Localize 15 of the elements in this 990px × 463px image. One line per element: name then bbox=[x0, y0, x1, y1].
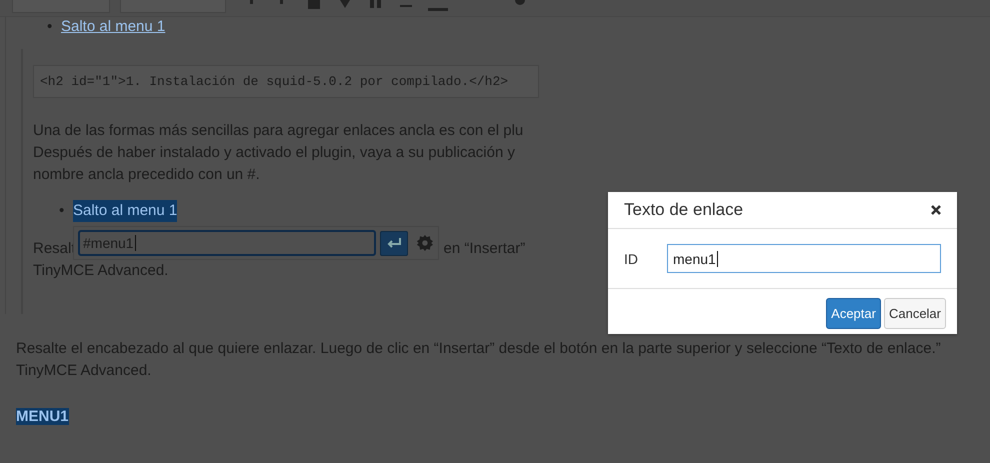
anchor-list-item: Salto al menu 1 bbox=[73, 200, 178, 222]
settings-icon[interactable] bbox=[416, 234, 434, 252]
id-input[interactable]: menu1 bbox=[667, 244, 941, 273]
anchor-link[interactable]: Salto al menu 1 bbox=[61, 17, 166, 37]
cancel-button[interactable]: Cancelar bbox=[884, 298, 946, 329]
enter-icon bbox=[386, 237, 402, 249]
bullet: • bbox=[47, 17, 54, 37]
dialog-title: Texto de enlace bbox=[624, 200, 744, 220]
code-block: <h2 id="1">1. Instalación de squid-5.0.2 por compilado.</h2> bbox=[33, 65, 539, 98]
field-label: ID bbox=[624, 250, 639, 266]
accept-button[interactable]: Aceptar bbox=[826, 298, 881, 329]
apply-link-button[interactable] bbox=[380, 230, 408, 256]
close-icon[interactable] bbox=[930, 204, 942, 216]
bullet: • bbox=[59, 201, 66, 221]
heading-text: MENU1 bbox=[16, 408, 69, 425]
